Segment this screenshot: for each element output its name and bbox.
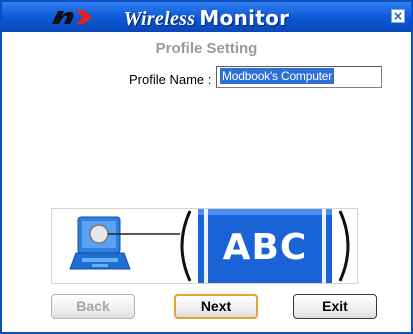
profile-name-label: Profile Name : (129, 72, 212, 87)
exit-button[interactable]: Exit (293, 294, 377, 319)
left-bracket (180, 210, 192, 282)
window-title-bold: Monitor (199, 6, 290, 30)
page-subtitle: Profile Setting (155, 40, 258, 57)
close-icon[interactable]: × (391, 9, 405, 23)
back-button[interactable]: Back (51, 294, 135, 319)
connection-node (89, 224, 109, 244)
window-title: Wireless Monitor (2, 6, 411, 31)
profile-name-value[interactable]: Modbook's Computer (220, 68, 335, 84)
window-title-italic: Wireless (123, 8, 196, 30)
connection-illustration: ABC (51, 208, 358, 284)
wireless-monitor-window: Wireless Monitor × Profile Setting Profil… (0, 0, 413, 334)
right-bracket (338, 210, 350, 282)
next-button[interactable]: Next (174, 294, 258, 319)
abc-text: ABC (222, 227, 308, 268)
title-bar[interactable]: Wireless Monitor × (2, 2, 411, 32)
